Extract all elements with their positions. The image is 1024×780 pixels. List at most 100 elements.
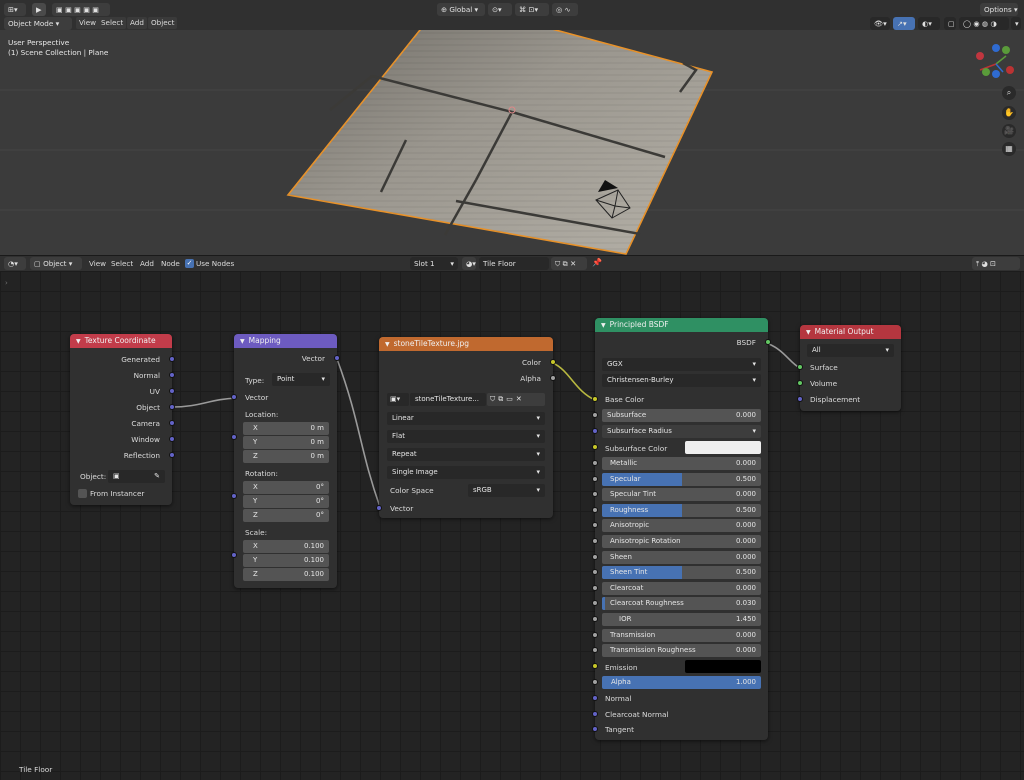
node-editor-canvas[interactable]: ▼ Texture Coordinate Generated Normal UV … <box>0 271 1024 780</box>
rotation-y-field[interactable]: Y 0° <box>243 495 329 508</box>
socket-subsurface[interactable] <box>592 412 598 418</box>
slider-specular-tint[interactable]: Specular Tint 0.000 <box>602 488 761 501</box>
socket-anisotropic-rotation[interactable] <box>592 538 598 544</box>
image-actions-icons[interactable]: ⛉⧉▭✕ <box>487 393 545 406</box>
socket-bsdf-out[interactable] <box>765 339 771 345</box>
slider-transmission-roughness[interactable]: Transmission Roughness 0.000 <box>602 644 761 657</box>
socket-mapping-vector-in[interactable] <box>231 394 237 400</box>
xray-icon[interactable]: ▢ <box>944 17 956 30</box>
socket-mapping-out[interactable] <box>334 355 340 361</box>
node-menu-view[interactable]: View <box>86 258 109 270</box>
image-name-field[interactable]: stoneTileTexture... <box>410 393 486 406</box>
socket-sheen[interactable] <box>592 554 598 560</box>
alpha-slider[interactable]: Alpha 1.000 <box>602 676 761 689</box>
pan-hand-icon[interactable]: ✋ <box>1002 106 1016 120</box>
socket-displacement[interactable] <box>797 396 803 402</box>
emission-color-swatch[interactable] <box>685 660 761 673</box>
socket-sheen-tint[interactable] <box>592 569 598 575</box>
location-x-field[interactable]: X 0 m <box>243 422 329 435</box>
socket-clearcoat[interactable] <box>592 585 598 591</box>
socket-location-in[interactable] <box>231 434 237 440</box>
texture-coordinate-title[interactable]: ▼ Texture Coordinate <box>70 334 172 348</box>
rotation-x-field[interactable]: X 0° <box>243 481 329 494</box>
slider-specular[interactable]: Specular 0.500 <box>602 473 761 486</box>
subsurface-slider[interactable]: Subsurface 0.000 <box>602 409 761 422</box>
material-name-field[interactable]: Tile Floor <box>479 257 549 270</box>
slider-roughness[interactable]: Roughness 0.500 <box>602 504 761 517</box>
slider-sheen-tint[interactable]: Sheen Tint 0.500 <box>602 566 761 579</box>
proportional-edit-icon[interactable]: ◎ ∿ <box>552 3 578 16</box>
slot-select[interactable]: Slot 1 ▾ <box>410 257 458 270</box>
material-actions-icons[interactable]: ⛉ ⧉ ✕ <box>551 257 587 270</box>
location-z-field[interactable]: Z 0 m <box>243 450 329 463</box>
gizmo-toggle-icon[interactable]: ↗▾ <box>893 17 915 30</box>
menu-object[interactable]: Object <box>148 17 178 29</box>
select-tool-icon[interactable]: ▶ <box>32 3 46 16</box>
material-output-node[interactable]: ▼ Material Output All ▾ Surface Volume Dis… <box>797 325 901 411</box>
transform-orientation-select[interactable]: ⊕ Global ▾ <box>437 3 485 16</box>
slider-sheen[interactable]: Sheen 0.000 <box>602 551 761 564</box>
editor-type-button[interactable]: ⊞▾ <box>4 3 26 16</box>
shader-type-select[interactable]: ▢ Object ▾ <box>30 257 82 270</box>
socket-image-vector-in[interactable] <box>376 505 382 511</box>
distribution-select[interactable]: GGX ▾ <box>602 358 761 371</box>
slider-transmission[interactable]: Transmission 0.000 <box>602 629 761 642</box>
extension-select[interactable]: Repeat ▾ <box>387 448 545 461</box>
mapping-type-select[interactable]: Point ▾ <box>272 373 330 386</box>
menu-add[interactable]: Add <box>127 17 147 29</box>
material-output-title[interactable]: ▼ Material Output <box>800 325 901 339</box>
principled-bsdf-title[interactable]: ▼ Principled BSDF <box>595 318 768 332</box>
socket-tangent[interactable] <box>592 726 598 732</box>
camera-view-icon[interactable]: 🎥 <box>1002 124 1016 138</box>
menu-select[interactable]: Select <box>98 17 127 29</box>
overlay-toggle-icon[interactable]: ◐▾ <box>918 17 940 30</box>
socket-clearcoat-roughness[interactable] <box>592 600 598 606</box>
rotation-z-field[interactable]: Z 0° <box>243 509 329 522</box>
material-browse-icon[interactable]: ◕▾ <box>462 257 476 270</box>
sidebar-toggle-icon[interactable]: › <box>5 279 8 287</box>
socket-window[interactable] <box>169 436 175 442</box>
scale-y-field[interactable]: Y 0.100 <box>243 554 329 567</box>
image-texture-title[interactable]: ▼ stoneTileTexture.jpg <box>379 337 553 351</box>
snap-icon[interactable]: ⌘ ⊡▾ <box>515 3 549 16</box>
subsurface-radius-select[interactable]: Subsurface Radius ▾ <box>602 425 761 438</box>
pivot-icon[interactable]: ⊙▾ <box>488 3 512 16</box>
socket-image-alpha[interactable] <box>550 375 556 381</box>
socket-anisotropic[interactable] <box>592 522 598 528</box>
socket-subsurface-radius[interactable] <box>592 428 598 434</box>
from-instancer-checkbox[interactable] <box>78 489 87 498</box>
mode-select[interactable]: Object Mode ▾ <box>4 17 72 30</box>
socket-metallic[interactable] <box>592 460 598 466</box>
principled-bsdf-node[interactable]: ▼ Principled BSDF GGX ▾ Christensen-Burley… <box>592 318 771 740</box>
mapping-node[interactable]: ▼ Mapping Vector Type: Point ▾ Vector Loca… <box>231 334 340 588</box>
selection-mode-buttons[interactable]: ▣ ▣ ▣ ▣ ▣ <box>52 3 110 16</box>
gizmo-z-icon[interactable] <box>992 44 1000 52</box>
editor-type-icon[interactable]: ◔▾ <box>4 257 26 270</box>
socket-base-color[interactable] <box>592 396 598 402</box>
socket-alpha[interactable] <box>592 679 598 685</box>
projection-select[interactable]: Flat ▾ <box>387 430 545 443</box>
socket-surface[interactable] <box>797 364 803 370</box>
socket-subsurface-color[interactable] <box>592 444 598 450</box>
socket-image-color[interactable] <box>550 359 556 365</box>
socket-roughness[interactable] <box>592 507 598 513</box>
socket-emission[interactable] <box>592 663 598 669</box>
socket-reflection[interactable] <box>169 452 175 458</box>
socket-camera[interactable] <box>169 420 175 426</box>
interpolation-select[interactable]: Linear ▾ <box>387 412 545 425</box>
zoom-icon[interactable]: ⌕ <box>1002 86 1016 100</box>
color-space-select[interactable]: sRGB ▾ <box>468 484 545 497</box>
mapping-title[interactable]: ▼ Mapping <box>234 334 337 348</box>
image-browse-icon[interactable]: ▣▾ <box>387 393 409 406</box>
menu-view[interactable]: View <box>76 17 100 29</box>
use-nodes-checkbox[interactable]: ✓ <box>185 259 194 268</box>
socket-clearcoat-normal[interactable] <box>592 711 598 717</box>
source-select[interactable]: Single Image ▾ <box>387 466 545 479</box>
pin-icon[interactable]: 📌 <box>592 258 602 267</box>
socket-specular[interactable] <box>592 476 598 482</box>
navigation-gizmo[interactable] <box>976 44 1014 78</box>
options-button[interactable]: Options ▾ <box>980 3 1018 16</box>
socket-object[interactable] <box>169 404 175 410</box>
3d-viewport[interactable]: User Perspective (1) Scene Collection | … <box>0 30 1024 255</box>
socket-uv[interactable] <box>169 388 175 394</box>
